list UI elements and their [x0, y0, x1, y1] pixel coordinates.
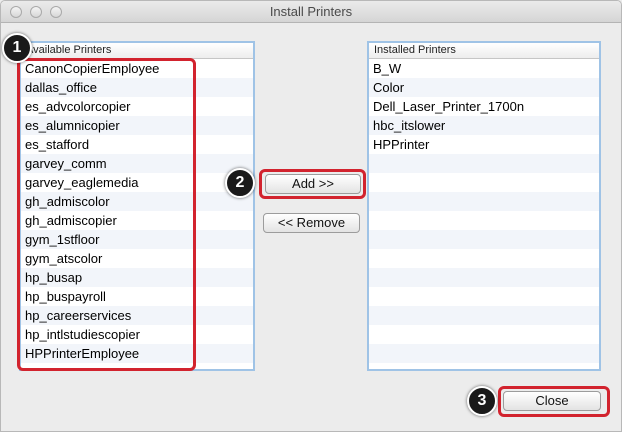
- install-printers-window: Install Printers Available Printers Cano…: [0, 0, 622, 432]
- annotation-highlight-add-button: [259, 169, 366, 199]
- list-item[interactable]: HPPrinter: [369, 135, 599, 154]
- annotation-highlight-available-list: [17, 58, 196, 371]
- empty-list-row: [369, 230, 599, 249]
- empty-list-row: [369, 249, 599, 268]
- empty-list-row: [369, 173, 599, 192]
- step-badge-2: 2: [225, 168, 255, 198]
- step-badge-3: 3: [467, 386, 497, 416]
- empty-list-row: [369, 306, 599, 325]
- empty-list-row: [369, 268, 599, 287]
- empty-list-row: [369, 211, 599, 230]
- installed-printers-list[interactable]: Installed Printers B_W Color Dell_Laser_Pr…: [367, 41, 601, 371]
- list-item[interactable]: hbc_itslower: [369, 116, 599, 135]
- installed-printers-header: Installed Printers: [369, 43, 599, 59]
- empty-list-row: [369, 287, 599, 306]
- title-bar: Install Printers: [1, 1, 621, 23]
- available-printers-header: Available Printers: [21, 43, 253, 59]
- empty-list-row: [369, 325, 599, 344]
- empty-list-row: [369, 154, 599, 173]
- installed-printers-rows: B_W Color Dell_Laser_Printer_1700n hbc_itsl…: [369, 59, 599, 363]
- list-item[interactable]: Dell_Laser_Printer_1700n: [369, 97, 599, 116]
- window-title: Install Printers: [269, 4, 353, 19]
- annotation-highlight-close-button: [498, 386, 610, 417]
- list-item[interactable]: Color: [369, 78, 599, 97]
- remove-button[interactable]: << Remove: [263, 213, 360, 233]
- empty-list-row: [369, 344, 599, 363]
- step-badge-1: 1: [2, 33, 32, 63]
- list-item[interactable]: B_W: [369, 59, 599, 78]
- empty-list-row: [369, 192, 599, 211]
